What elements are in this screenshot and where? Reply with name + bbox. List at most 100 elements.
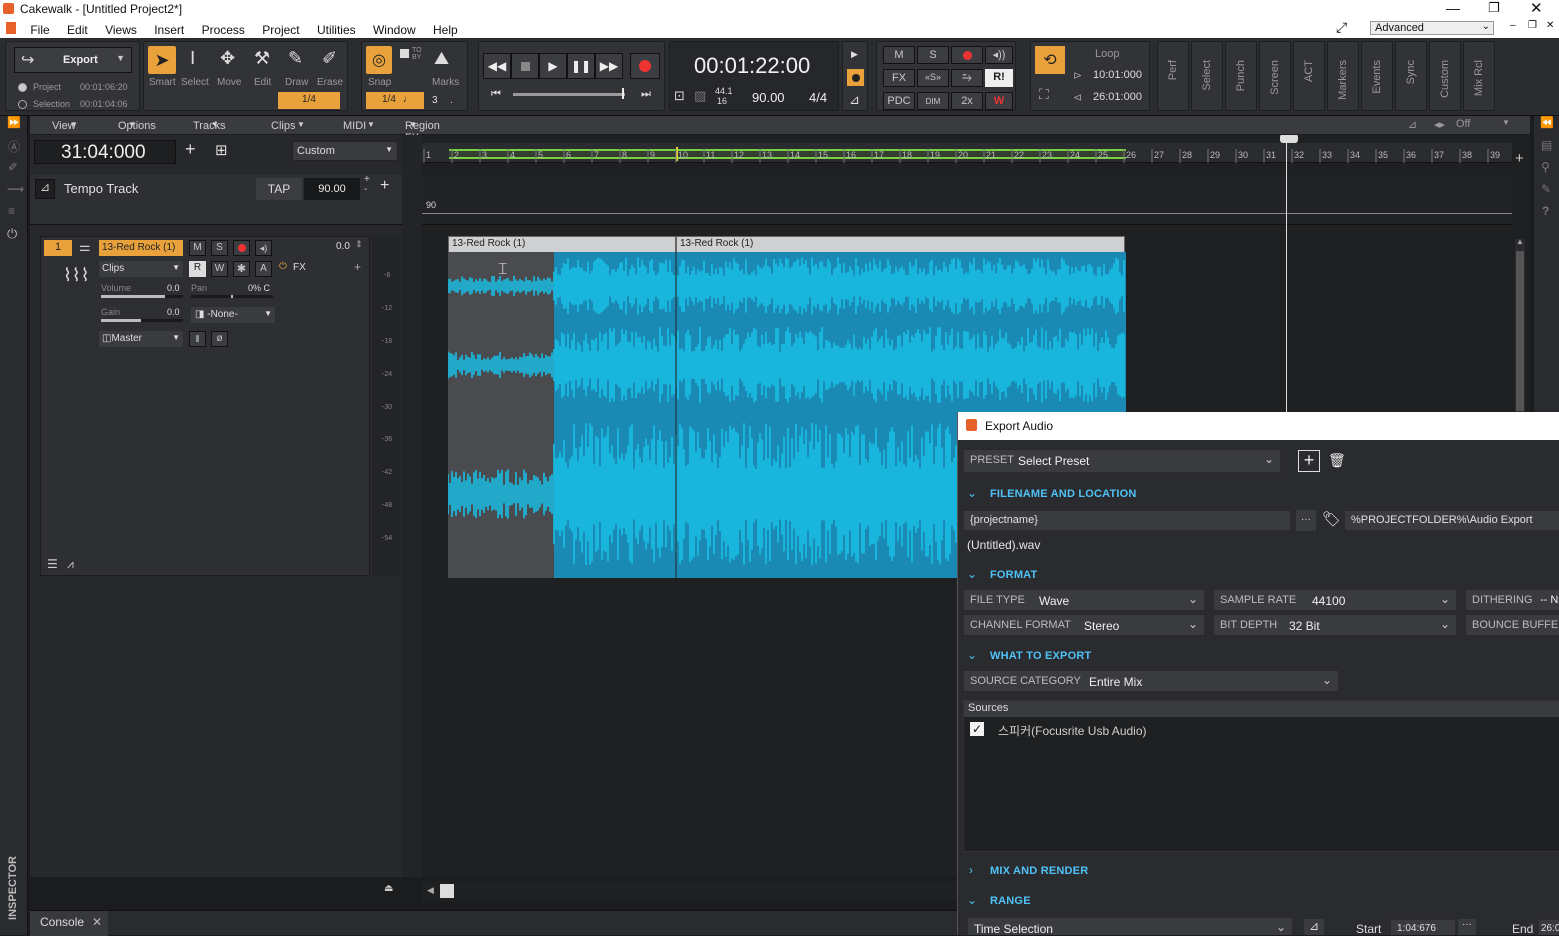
- menu-insert[interactable]: Insert: [147, 21, 191, 37]
- go-to-end-icon[interactable]: ⏭: [641, 88, 651, 101]
- snap-to-icon[interactable]: [400, 49, 409, 58]
- spinner-icon[interactable]: ⇕: [355, 239, 363, 250]
- range-start-input[interactable]: 1:04:676: [1390, 919, 1456, 935]
- tempo-display[interactable]: 90.00: [752, 90, 785, 105]
- filename-tokens-button[interactable]: ···: [1296, 510, 1316, 531]
- track-name-field[interactable]: 13-Red Rock (1): [99, 240, 183, 256]
- module-screen[interactable]: Screen: [1259, 41, 1291, 111]
- track-mixer-icon[interactable]: ⚌: [79, 239, 91, 255]
- marks-icon[interactable]: ⛰: [434, 48, 449, 69]
- clip-header[interactable]: 13-Red Rock (1): [677, 237, 1124, 252]
- help-icon[interactable]: ?: [1542, 204, 1549, 218]
- horizontal-scrollbar[interactable]: ◀: [422, 881, 962, 901]
- erase-tool-icon[interactable]: ✐: [322, 48, 337, 69]
- module-sync[interactable]: Sync: [1395, 41, 1427, 111]
- auto-punch-button[interactable]: [847, 69, 864, 86]
- track-edit-filter-select[interactable]: Clips ▼: [99, 261, 183, 277]
- mdi-minimize-icon[interactable]: –: [1510, 20, 1516, 31]
- source-category-select[interactable]: SOURCE CATEGORY Entire Mix ⌄: [963, 670, 1339, 692]
- minimize-icon[interactable]: —: [1446, 0, 1460, 16]
- track-input-echo-button[interactable]: ◂): [255, 240, 272, 256]
- module-markers[interactable]: Markers: [1327, 41, 1359, 111]
- dithering-select[interactable]: DITHERING -- N: [1465, 589, 1559, 611]
- midi-button[interactable]: «S»: [917, 69, 949, 87]
- tag-icon[interactable]: 🏷: [1322, 510, 1341, 528]
- go-to-start-icon[interactable]: ⏮: [491, 88, 501, 101]
- loop-start[interactable]: 10:01:000: [1093, 69, 1142, 81]
- module-mix-recall[interactable]: Mix Rcl: [1463, 41, 1495, 111]
- dialog-titlebar[interactable]: Export Audio: [958, 412, 1559, 440]
- tempo-lane[interactable]: 90: [422, 175, 1512, 225]
- menu-utilities[interactable]: Utilities: [310, 21, 363, 37]
- preset-select[interactable]: PRESET Select Preset ⌄: [963, 449, 1281, 473]
- automation-lane-icon[interactable]: ⩘: [67, 557, 74, 572]
- rewind-button[interactable]: ◀◀: [483, 53, 511, 79]
- stop-button[interactable]: [511, 53, 539, 79]
- add-preset-button[interactable]: +: [1298, 450, 1320, 472]
- now-time-display[interactable]: 31:04:000: [34, 140, 176, 164]
- module-perf[interactable]: Perf: [1157, 41, 1189, 111]
- gain-slider[interactable]: [101, 319, 183, 322]
- section-what-header[interactable]: ⌄ WHAT TO EXPORT: [958, 648, 1559, 666]
- dim-button[interactable]: DIM: [917, 92, 949, 110]
- menu-project[interactable]: Project: [255, 21, 306, 37]
- tool-a-icon[interactable]: Ⓐ: [8, 138, 20, 155]
- section-format-header[interactable]: ⌄ FORMAT: [958, 567, 1559, 585]
- play-button[interactable]: ▶: [539, 53, 567, 79]
- fx-bypass-button[interactable]: FX: [883, 69, 915, 87]
- add-tempo-icon[interactable]: +: [380, 177, 389, 195]
- browser-plugin-icon[interactable]: ⚲: [1541, 160, 1550, 174]
- track-read-button[interactable]: R: [189, 261, 206, 277]
- range-select[interactable]: Time Selection ⌄: [967, 917, 1293, 935]
- pane-splitter[interactable]: [402, 135, 422, 877]
- radio-project[interactable]: [18, 83, 27, 92]
- channel-format-select[interactable]: CHANNEL FORMAT Stereo ⌄: [963, 614, 1205, 636]
- read-all-button[interactable]: R!: [985, 69, 1013, 87]
- solo-all-button[interactable]: S: [917, 46, 949, 64]
- section-mix-header[interactable]: › MIX AND RENDER: [958, 863, 1559, 881]
- section-filename-header[interactable]: ⌄ FILENAME AND LOCATION: [958, 486, 1559, 504]
- location-input[interactable]: %PROJECTFOLDER%\Audio Export: [1344, 510, 1559, 531]
- source-checkbox[interactable]: ✓: [970, 722, 984, 736]
- export-button[interactable]: ↪ Export ▼: [14, 47, 132, 73]
- close-tab-icon[interactable]: ✕: [92, 915, 102, 929]
- snap-value-box[interactable]: 1/4: [278, 92, 340, 109]
- bounce-buffer-select[interactable]: BOUNCE BUFFER S: [1465, 614, 1559, 636]
- play-mini-icon[interactable]: ▶: [851, 49, 858, 60]
- metronome-icon[interactable]: ⊿: [849, 92, 860, 108]
- tempo-value-field[interactable]: 90.00: [304, 178, 360, 200]
- range-end-input[interactable]: 26:0: [1538, 919, 1559, 935]
- smart-tool-button[interactable]: ➤: [148, 46, 176, 74]
- pan-slider[interactable]: [191, 295, 273, 298]
- module-custom[interactable]: Custom: [1429, 41, 1461, 111]
- menu-views[interactable]: Views: [98, 21, 144, 37]
- fx-bin-label[interactable]: FX: [293, 262, 306, 273]
- off-label[interactable]: Off: [1456, 118, 1470, 130]
- expand-inspector-icon[interactable]: ⏩: [7, 116, 21, 129]
- delete-preset-icon[interactable]: 🗑: [1328, 452, 1346, 469]
- input-select[interactable]: ◨ -None- ▼: [191, 307, 275, 323]
- select-tool-icon[interactable]: Ⅰ: [190, 48, 195, 69]
- menu-process[interactable]: Process: [195, 21, 252, 37]
- add-marker-icon[interactable]: +: [1515, 150, 1524, 167]
- fast-forward-button[interactable]: ▶▶: [595, 53, 623, 79]
- track-archive-button[interactable]: A: [255, 261, 272, 277]
- arm-all-button[interactable]: [951, 46, 983, 64]
- inspector-label[interactable]: INSPECTOR: [7, 856, 19, 920]
- scroll-up-icon[interactable]: ▲: [1516, 237, 1524, 246]
- edit-tool-icon[interactable]: ⚒: [254, 48, 270, 69]
- tool-pen-icon[interactable]: ✐: [8, 160, 18, 174]
- snap-value-box-2[interactable]: 1/4 ♩: [366, 92, 424, 109]
- range-start-ellipsis[interactable]: ···: [1458, 919, 1476, 935]
- add-track-icon[interactable]: +: [185, 139, 196, 160]
- source-item[interactable]: ✓ 스피커(Focusrite Usb Audio): [964, 721, 1559, 739]
- audio-engine-icon[interactable]: ⊡: [674, 88, 685, 104]
- scroll-thumb[interactable]: [1516, 251, 1524, 411]
- track-mute-button[interactable]: M: [189, 240, 206, 256]
- record-button[interactable]: [630, 53, 660, 79]
- snap-button[interactable]: ◎: [366, 46, 392, 74]
- section-range-header[interactable]: ⌄ RANGE: [958, 893, 1559, 911]
- menu-help[interactable]: Help: [426, 21, 465, 37]
- input-echo-button[interactable]: ◂)): [985, 46, 1013, 64]
- tool-wave-icon[interactable]: ⟿: [7, 182, 24, 196]
